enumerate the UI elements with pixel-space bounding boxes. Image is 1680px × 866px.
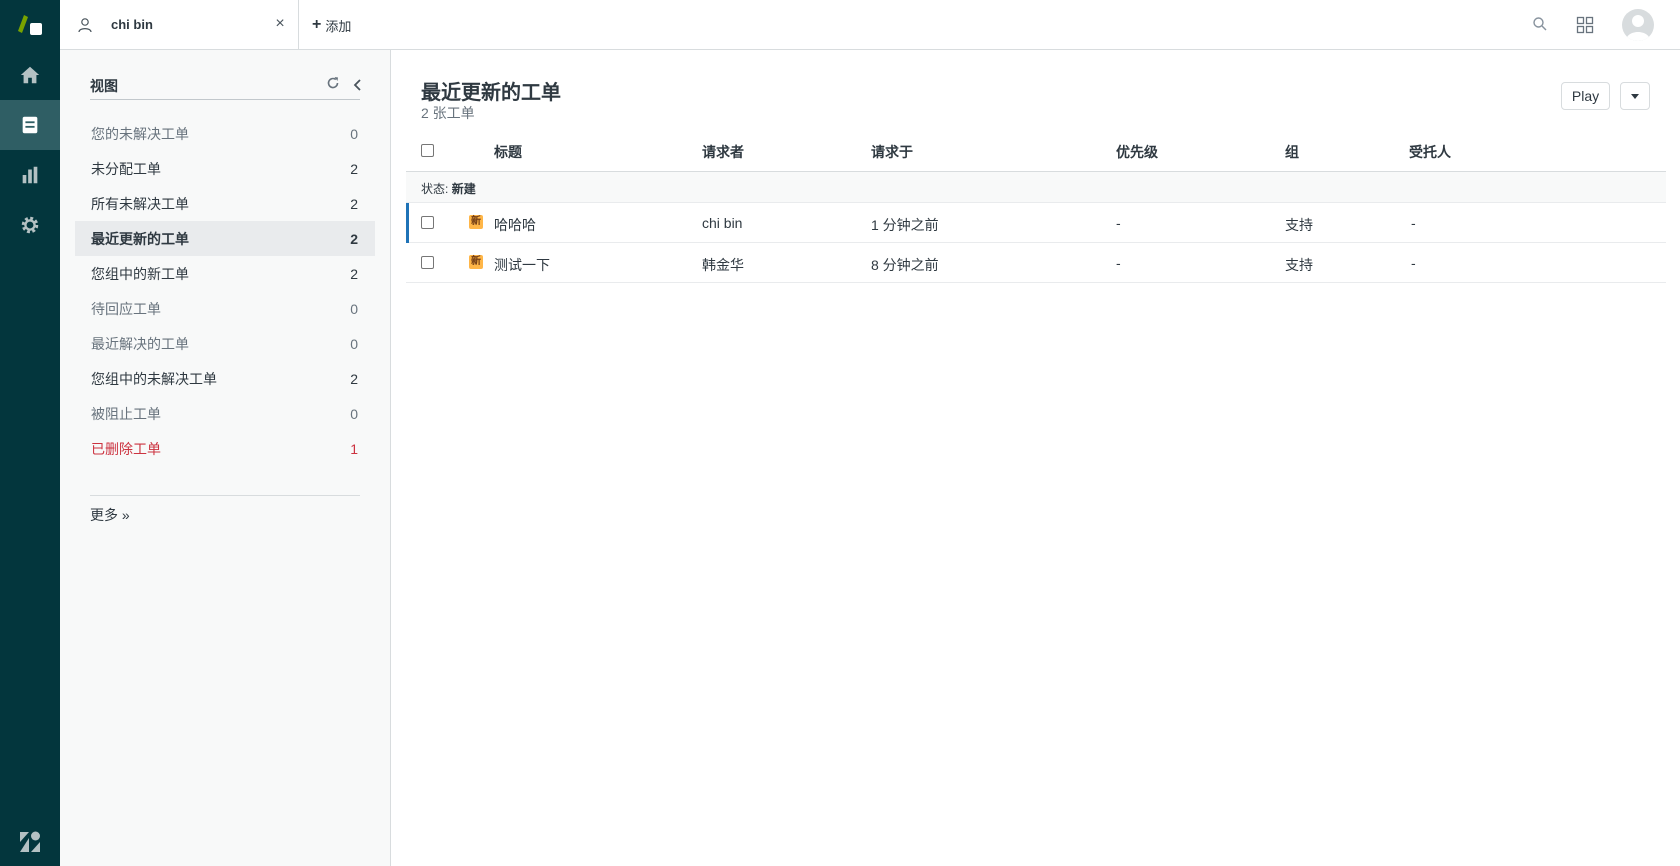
view-item-count: 2 bbox=[350, 160, 358, 177]
tab-user-chi-bin[interactable]: chi bin × bbox=[60, 0, 299, 49]
view-item-count: 2 bbox=[350, 230, 358, 247]
ticket-group: 支持 bbox=[1285, 217, 1313, 233]
row-checkbox[interactable] bbox=[421, 256, 434, 269]
row-checkbox[interactable] bbox=[421, 216, 434, 229]
divider bbox=[90, 495, 360, 496]
view-item-count: 0 bbox=[350, 405, 358, 422]
ticket-subject[interactable]: 哈哈哈 bbox=[494, 215, 536, 235]
view-list: 您的未解决工单 0 未分配工单 2 所有未解决工单 2 最近更新的工单 2 您组… bbox=[75, 116, 375, 466]
view-item-label: 最近更新的工单 bbox=[91, 230, 189, 247]
rail-home-button[interactable] bbox=[0, 50, 60, 100]
tab-label: chi bin bbox=[111, 17, 153, 32]
rail-reporting-button[interactable] bbox=[0, 150, 60, 200]
view-item-count: 2 bbox=[350, 265, 358, 282]
view-item-unsolved-in-groups[interactable]: 您组中的未解决工单 2 bbox=[75, 361, 375, 396]
group-prefix: 状态: bbox=[421, 182, 449, 196]
view-item-label: 您组中的新工单 bbox=[91, 265, 189, 282]
apps-grid-icon[interactable] bbox=[1576, 16, 1594, 34]
view-item-suspended[interactable]: 被阻止工单 0 bbox=[75, 396, 375, 431]
select-all-checkbox[interactable] bbox=[421, 144, 434, 157]
views-title: 视图 bbox=[90, 78, 118, 94]
views-icon bbox=[22, 116, 38, 134]
page-title: 最近更新的工单 bbox=[421, 82, 561, 104]
ticket-subject[interactable]: 测试一下 bbox=[494, 255, 550, 275]
home-icon bbox=[20, 66, 40, 84]
view-item-recently-updated[interactable]: 最近更新的工单 2 bbox=[75, 221, 375, 256]
view-item-count: 0 bbox=[350, 125, 358, 142]
rail-views-button[interactable] bbox=[0, 100, 60, 150]
add-button[interactable]: + 添加 bbox=[312, 15, 351, 35]
plus-icon: + bbox=[312, 16, 322, 33]
ticket-assignee: - bbox=[1411, 215, 1416, 231]
view-item-label: 所有未解决工单 bbox=[91, 195, 189, 212]
column-header-assignee[interactable]: 受托人 bbox=[1409, 142, 1451, 162]
close-icon[interactable]: × bbox=[273, 16, 287, 32]
zendesk-logo-icon bbox=[20, 831, 40, 852]
bar-chart-icon bbox=[22, 166, 38, 184]
zendesk-support-logo-icon[interactable] bbox=[16, 13, 44, 37]
ticket-priority: - bbox=[1116, 215, 1121, 231]
view-item-label: 您组中的未解决工单 bbox=[91, 370, 217, 387]
column-header-subject[interactable]: 标题 bbox=[494, 142, 522, 162]
view-item-count: 2 bbox=[350, 195, 358, 212]
chevron-down-icon bbox=[1631, 93, 1639, 99]
view-item-count: 2 bbox=[350, 370, 358, 387]
table-header: 标题 请求者 请求于 优先级 组 受托人 bbox=[406, 130, 1666, 172]
view-item-recently-solved[interactable]: 最近解决的工单 0 bbox=[75, 326, 375, 361]
view-item-label: 已删除工单 bbox=[91, 440, 161, 457]
view-item-count: 0 bbox=[350, 335, 358, 352]
column-header-priority[interactable]: 优先级 bbox=[1116, 142, 1158, 162]
status-badge: 新 bbox=[469, 215, 483, 229]
more-views-link[interactable]: 更多 » bbox=[90, 505, 130, 525]
ticket-requested: 1 分钟之前 bbox=[871, 217, 939, 233]
column-header-requester[interactable]: 请求者 bbox=[702, 142, 744, 162]
views-panel: 视图 您的未解决工单 0 未分配工单 2 所有未解决工单 2 最近更新的工单 2… bbox=[60, 50, 391, 866]
ticket-requester: 韩金华 bbox=[702, 257, 744, 273]
product-rail bbox=[0, 0, 60, 866]
ticket-assignee: - bbox=[1411, 255, 1416, 271]
group-value: 新建 bbox=[451, 182, 476, 196]
view-item-new-in-groups[interactable]: 您组中的新工单 2 bbox=[75, 256, 375, 291]
ticket-requester: chi bin bbox=[702, 215, 743, 231]
table-row[interactable]: 新 哈哈哈 chi bin 1 分钟之前 - 支持 - bbox=[406, 203, 1666, 243]
ticket-requested: 8 分钟之前 bbox=[871, 257, 939, 273]
options-dropdown-button[interactable] bbox=[1620, 82, 1650, 110]
column-header-group[interactable]: 组 bbox=[1285, 142, 1299, 162]
view-item-label: 未分配工单 bbox=[91, 160, 161, 177]
view-item-label: 待回应工单 bbox=[91, 300, 161, 317]
chevron-left-icon[interactable] bbox=[352, 78, 364, 92]
user-avatar[interactable] bbox=[1622, 9, 1654, 41]
column-header-requested[interactable]: 请求于 bbox=[871, 142, 913, 162]
view-item-deleted[interactable]: 已删除工单 1 bbox=[75, 431, 375, 466]
views-header: 视图 bbox=[90, 76, 360, 100]
person-icon bbox=[78, 17, 92, 32]
play-button[interactable]: Play bbox=[1561, 82, 1610, 110]
view-item-label: 您的未解决工单 bbox=[91, 125, 189, 142]
view-item-label: 被阻止工单 bbox=[91, 405, 161, 422]
main-content: 最近更新的工单 2 张工单 Play 标题 请求者 请求于 优先级 组 受托人 … bbox=[391, 50, 1680, 866]
view-item-all-unsolved[interactable]: 所有未解决工单 2 bbox=[75, 186, 375, 221]
ticket-count: 2 张工单 bbox=[421, 105, 475, 121]
status-badge: 新 bbox=[469, 255, 483, 269]
view-item-unassigned[interactable]: 未分配工单 2 bbox=[75, 151, 375, 186]
add-label: 添加 bbox=[325, 18, 352, 34]
ticket-table: 标题 请求者 请求于 优先级 组 受托人 状态: 新建 新 哈哈哈 chi bi… bbox=[406, 130, 1666, 283]
rail-admin-button[interactable] bbox=[0, 200, 60, 250]
ticket-priority: - bbox=[1116, 255, 1121, 271]
avatar-person-icon bbox=[1626, 15, 1650, 41]
table-row[interactable]: 新 测试一下 韩金华 8 分钟之前 - 支持 - bbox=[406, 243, 1666, 283]
view-item-count: 1 bbox=[350, 440, 358, 457]
group-label: 状态: 新建 bbox=[421, 180, 476, 197]
view-item-label: 最近解决的工单 bbox=[91, 335, 189, 352]
view-item-your-unsolved[interactable]: 您的未解决工单 0 bbox=[75, 116, 375, 151]
refresh-icon[interactable] bbox=[326, 76, 340, 90]
search-icon[interactable] bbox=[1532, 16, 1548, 32]
top-bar: chi bin × + 添加 bbox=[60, 0, 1680, 50]
group-row-status: 状态: 新建 bbox=[406, 172, 1666, 203]
view-item-count: 0 bbox=[350, 300, 358, 317]
view-item-pending[interactable]: 待回应工单 0 bbox=[75, 291, 375, 326]
ticket-group: 支持 bbox=[1285, 257, 1313, 273]
gear-icon bbox=[21, 216, 39, 234]
